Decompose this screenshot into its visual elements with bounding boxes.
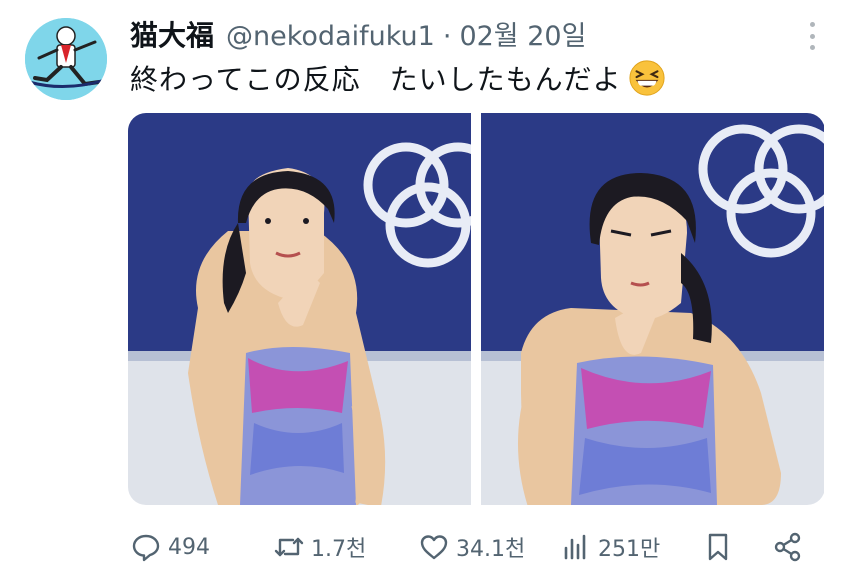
author-name[interactable]: 猫大福 (130, 14, 214, 54)
header-separator: · (442, 21, 452, 52)
share-icon (774, 532, 801, 562)
author-avatar[interactable] (25, 18, 107, 100)
share-button[interactable] (772, 531, 810, 563)
grinning-squinting-face-emoji (629, 60, 665, 96)
bar-chart-icon (564, 534, 586, 560)
view-count: 251만 (598, 537, 661, 562)
bookmark-button[interactable] (702, 531, 740, 563)
dot (809, 22, 815, 27)
tweet-text: 終わってこの反応 たいしたもんだよ (130, 63, 622, 96)
retweet-count: 1.7천 (311, 537, 367, 562)
author-handle[interactable]: @nekodaifuku1 (226, 21, 435, 52)
dot (809, 45, 815, 50)
post-date[interactable]: 02월 20일 (459, 14, 586, 53)
figure-skater-photo-right[interactable] (481, 113, 824, 505)
skater-avatar-icon (25, 18, 107, 100)
like-count: 34.1천 (456, 537, 526, 562)
reply-count: 494 (168, 534, 210, 560)
dot (809, 33, 815, 39)
figure-skater-photo-left[interactable] (128, 113, 471, 505)
more-options-icon[interactable] (804, 22, 820, 50)
reply-button[interactable]: 494 (130, 531, 210, 563)
retweet-icon (274, 537, 304, 557)
retweet-button[interactable]: 1.7천 (273, 531, 366, 563)
like-button[interactable]: 34.1천 (418, 531, 525, 563)
tweet-media[interactable] (128, 113, 825, 505)
tweet-body: 終わってこの反応 たいしたもんだよ (130, 58, 810, 98)
reply-icon (132, 534, 160, 562)
tweet-header: 猫大福 @nekodaifuku1 · 02월 20일 (130, 14, 790, 52)
tweet-actions: 494 1.7천 34.1천 251만 (130, 526, 810, 568)
views-button[interactable]: 251만 (560, 531, 660, 563)
heart-icon (420, 535, 448, 560)
bookmark-icon (708, 533, 728, 561)
